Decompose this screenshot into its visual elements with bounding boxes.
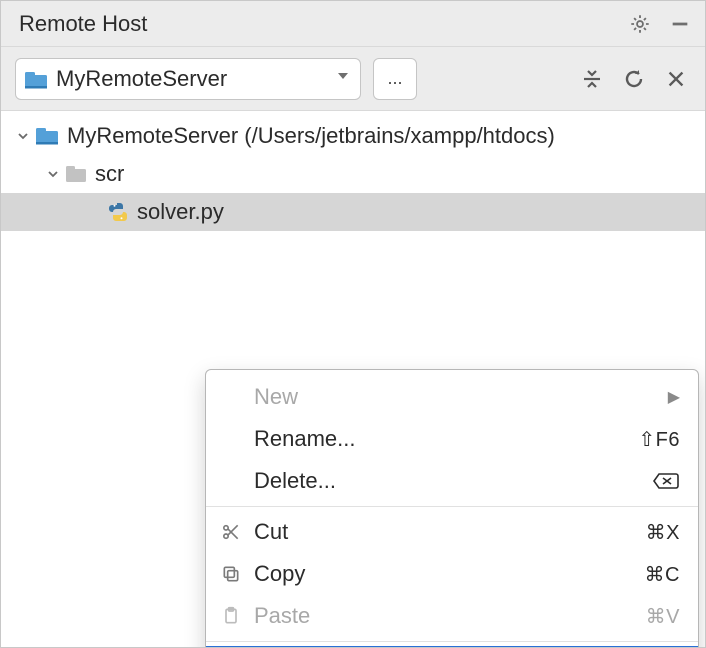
panel-titlebar: Remote Host [1,1,705,47]
panel-title: Remote Host [19,11,147,37]
blank-icon [216,385,246,409]
menu-copy[interactable]: Copy ⌘C [206,553,698,595]
copy-icon [216,562,246,586]
shortcut: ⌘V [646,604,680,629]
menu-separator [206,641,698,642]
tree-folder-label: scr [95,161,124,187]
toolbar: MyRemoteServer ... [1,47,705,111]
minimize-icon[interactable] [669,13,691,35]
remote-host-panel: Remote Host MyRemoteServer ... [0,0,706,648]
shortcut: ⇧F6 [638,427,680,452]
titlebar-actions [629,13,691,35]
blank-icon [216,427,246,451]
folder-icon [65,165,87,183]
menu-new[interactable]: New ▶ [206,376,698,418]
delete-key-icon [652,472,680,490]
context-menu: New ▶ Rename... ⇧F6 Delete... [205,369,699,648]
menu-paste[interactable]: Paste ⌘V [206,595,698,637]
refresh-icon[interactable] [619,64,649,94]
shortcut: ⌘X [646,520,680,545]
chevron-down-icon[interactable] [15,128,31,144]
tree-file-row[interactable]: solver.py [1,193,705,231]
shortcut: ⌘C [645,562,680,587]
file-tree: MyRemoteServer (/Users/jetbrains/xampp/h… [1,111,705,231]
submenu-arrow-icon: ▶ [668,387,680,407]
close-icon[interactable] [661,64,691,94]
server-folder-icon [24,71,46,87]
clipboard-icon [216,604,246,628]
python-file-icon [107,201,129,223]
server-dropdown[interactable]: MyRemoteServer [15,58,361,100]
blank-icon [216,469,246,493]
scissors-icon [216,520,246,544]
browse-button[interactable]: ... [373,58,417,100]
tree-root-label: MyRemoteServer (/Users/jetbrains/xampp/h… [67,123,555,149]
menu-delete[interactable]: Delete... [206,460,698,502]
tree-root-row[interactable]: MyRemoteServer (/Users/jetbrains/xampp/h… [1,117,705,155]
chevron-down-icon [336,69,350,88]
server-folder-icon [35,127,59,145]
tree-file-label: solver.py [137,199,224,225]
gear-icon[interactable] [629,13,651,35]
server-name: MyRemoteServer [56,66,326,92]
collapse-tree-icon[interactable] [577,64,607,94]
menu-rename[interactable]: Rename... ⇧F6 [206,418,698,460]
chevron-down-icon[interactable] [45,166,61,182]
menu-cut[interactable]: Cut ⌘X [206,511,698,553]
tree-folder-row[interactable]: scr [1,155,705,193]
menu-separator [206,506,698,507]
